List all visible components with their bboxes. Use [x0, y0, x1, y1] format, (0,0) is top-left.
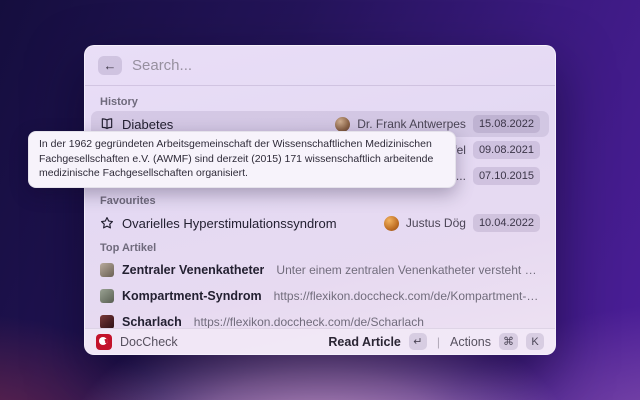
- arrow-left-icon: ←: [104, 59, 117, 72]
- star-icon: [100, 216, 114, 230]
- search-bar: ←: [85, 46, 555, 85]
- article-subtitle: https://flexikon.doccheck.com/de/Kompart…: [274, 289, 540, 303]
- command-key-icon: ⌘: [499, 333, 518, 350]
- k-key-icon: K: [526, 333, 544, 350]
- app-name: DocCheck: [120, 335, 178, 349]
- article-thumbnail: [100, 315, 114, 328]
- article-subtitle: https://flexikon.doccheck.com/de/Scharla…: [194, 315, 424, 328]
- actions-button[interactable]: Actions: [450, 335, 491, 349]
- author-name: Justus Dög: [406, 216, 466, 230]
- author-avatar: [335, 117, 350, 132]
- favourite-item-ohss[interactable]: Ovarielles Hyperstimulationssyndrom Just…: [91, 210, 549, 236]
- section-label-history: History: [100, 96, 540, 108]
- article-title: Kompartment-Syndrom: [122, 289, 262, 303]
- date-badge: 15.08.2022: [473, 115, 540, 133]
- author-name: Dr. Frank Antwerpes: [357, 117, 466, 131]
- article-item-scharlach[interactable]: Scharlach https://flexikon.doccheck.com/…: [91, 309, 549, 328]
- article-item-venenkatheter[interactable]: Zentraler Venenkatheter Unter einem zent…: [91, 257, 549, 283]
- footer-separator: |: [437, 335, 440, 349]
- awmf-tooltip: In der 1962 gegründeten Arbeitsgemeinsch…: [28, 131, 456, 188]
- author-avatar: [384, 216, 399, 231]
- article-title: Zentraler Venenkatheter: [122, 263, 264, 277]
- results-list: History Diabetes Dr. Frank Antwerpes 15.…: [85, 86, 555, 328]
- launcher-window: ← History Diabetes Dr. Frank Antwerpes 1…: [84, 45, 556, 355]
- article-thumbnail: [100, 289, 114, 303]
- date-badge: 10.04.2022: [473, 214, 540, 232]
- search-input[interactable]: [132, 57, 542, 74]
- article-thumbnail: [100, 263, 114, 277]
- article-subtitle: Unter einem zentralen Venenkatheter vers…: [276, 263, 540, 277]
- footer-bar: DocCheck Read Article ↵ | Actions ⌘ K: [85, 328, 555, 354]
- return-key-icon: ↵: [409, 333, 427, 350]
- article-title: Scharlach: [122, 315, 182, 328]
- date-badge: 09.08.2021: [473, 141, 540, 159]
- article-item-kompartment[interactable]: Kompartment-Syndrom https://flexikon.doc…: [91, 283, 549, 309]
- section-label-top-artikel: Top Artikel: [100, 242, 540, 254]
- doccheck-logo-icon: [96, 334, 112, 350]
- open-book-icon: [100, 117, 114, 131]
- item-title: Ovarielles Hyperstimulationssyndrom: [122, 216, 337, 231]
- read-article-button[interactable]: Read Article: [328, 335, 400, 349]
- item-title: Diabetes: [122, 117, 173, 132]
- date-badge: 07.10.2015: [473, 167, 540, 185]
- back-button[interactable]: ←: [98, 56, 122, 75]
- section-label-favourites: Favourites: [100, 195, 540, 207]
